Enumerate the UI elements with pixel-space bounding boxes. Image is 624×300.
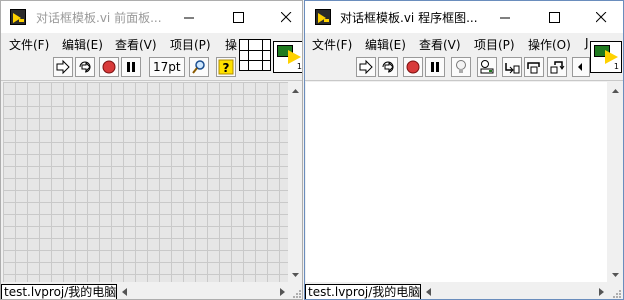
- chevron-left-icon: [578, 63, 582, 71]
- status-context: test.lvproj/我的电脑: [1, 284, 117, 299]
- vi-icon-number: 1: [296, 62, 302, 71]
- toolbar: [305, 53, 623, 81]
- scroll-left-icon[interactable]: [122, 288, 127, 296]
- abort-button[interactable]: [99, 57, 119, 77]
- connector-pane[interactable]: [239, 39, 271, 71]
- run-button[interactable]: [356, 57, 376, 77]
- menu-view[interactable]: 查看(V): [115, 36, 157, 53]
- help-button[interactable]: ?: [216, 57, 236, 77]
- scroll-left-icon[interactable]: [426, 288, 431, 296]
- minimize-button[interactable]: [166, 1, 212, 33]
- scroll-down-icon: [292, 273, 299, 277]
- menu-operate[interactable]: 操作(O): [528, 36, 571, 53]
- labview-app-icon[interactable]: [10, 9, 26, 25]
- pause-icon: [127, 62, 135, 72]
- step-into-icon: [505, 63, 520, 74]
- scroll-down-icon: [612, 273, 619, 277]
- menu-operate[interactable]: 操: [225, 36, 237, 53]
- size-grip-icon[interactable]: [610, 287, 622, 299]
- horizontal-scrollbar[interactable]: [118, 284, 288, 299]
- step-over-icon: [527, 62, 540, 74]
- pause-icon: [431, 62, 439, 72]
- window-title: 对话框模板.vi 前面板...: [36, 11, 162, 25]
- minimize-button[interactable]: [482, 1, 528, 33]
- maximize-button[interactable]: [215, 1, 261, 33]
- run-arrow-icon: [56, 59, 70, 75]
- menu-project[interactable]: 项目(P): [170, 36, 211, 53]
- vi-icon[interactable]: 1: [590, 41, 622, 73]
- menu-file[interactable]: 文件(F): [9, 36, 49, 53]
- size-grip-icon[interactable]: [290, 287, 302, 299]
- scroll-right-icon[interactable]: [280, 288, 285, 296]
- maximize-icon: [549, 12, 560, 23]
- minimize-icon: [184, 17, 194, 19]
- horizontal-scrollbar[interactable]: [422, 284, 608, 299]
- run-arrow-icon: [359, 59, 373, 75]
- vi-icon[interactable]: 1: [273, 41, 302, 73]
- scroll-right-icon[interactable]: [599, 288, 604, 296]
- status-context: test.lvproj/我的电脑: [305, 284, 421, 299]
- svg-text:?: ?: [223, 61, 230, 75]
- menu-tools[interactable]: J: [585, 36, 589, 50]
- abort-icon: [406, 60, 420, 74]
- close-icon: [281, 12, 292, 23]
- run-continuously-button[interactable]: [378, 57, 398, 77]
- search-button[interactable]: [189, 57, 209, 77]
- scroll-up-icon: [292, 89, 299, 93]
- retain-wire-values-icon: [480, 60, 494, 74]
- text-settings-dropdown[interactable]: 17pt: [149, 57, 185, 77]
- run-continuously-icon: [79, 61, 91, 73]
- menu-project[interactable]: 项目(P): [474, 36, 515, 53]
- run-continuously-icon: [382, 61, 394, 73]
- abort-button[interactable]: [403, 57, 423, 77]
- search-icon: [192, 60, 205, 74]
- close-icon: [596, 12, 607, 23]
- step-into-button[interactable]: [502, 57, 522, 77]
- vertical-scrollbar[interactable]: [288, 82, 302, 284]
- step-out-icon: [550, 61, 565, 74]
- run-continuously-button[interactable]: [75, 57, 95, 77]
- text-settings-dropdown[interactable]: [572, 57, 590, 77]
- menu-file[interactable]: 文件(F): [312, 36, 352, 53]
- title-bar[interactable]: 对话框模板.vi 前面板...: [1, 1, 302, 33]
- maximize-icon: [233, 12, 244, 23]
- title-bar[interactable]: 对话框模板.vi 程序框图...: [305, 1, 623, 33]
- menu-bar: 文件(F) 编辑(E) 查看(V) 项目(P) 操作(O) J: [305, 33, 623, 53]
- front-panel-grid[interactable]: [3, 82, 288, 282]
- close-button[interactable]: [578, 1, 623, 33]
- block-diagram-canvas[interactable]: [306, 82, 607, 282]
- step-over-button[interactable]: [524, 57, 544, 77]
- run-button[interactable]: [53, 57, 73, 77]
- maximize-button[interactable]: [531, 1, 577, 33]
- menu-view[interactable]: 查看(V): [419, 36, 461, 53]
- highlight-execution-button[interactable]: [451, 57, 471, 77]
- labview-app-icon[interactable]: [315, 9, 331, 25]
- menu-edit[interactable]: 编辑(E): [62, 36, 103, 53]
- window-title: 对话框模板.vi 程序框图...: [340, 11, 478, 25]
- vertical-scrollbar[interactable]: [608, 82, 623, 284]
- front-panel-window: 对话框模板.vi 前面板... 文件(F) 编辑(E) 查看(V) 项目(P) …: [0, 0, 303, 300]
- highlight-execution-icon: [456, 60, 466, 73]
- step-out-button[interactable]: [547, 57, 567, 77]
- scroll-up-icon: [612, 89, 619, 93]
- block-diagram-window: 对话框模板.vi 程序框图... 文件(F) 编辑(E) 查看(V) 项目(P)…: [304, 0, 624, 300]
- minimize-icon: [500, 17, 510, 19]
- retain-wire-values-button[interactable]: [477, 57, 497, 77]
- pause-button[interactable]: [121, 57, 141, 77]
- menu-edit[interactable]: 编辑(E): [365, 36, 406, 53]
- help-icon: ?: [218, 59, 234, 75]
- pause-button[interactable]: [425, 57, 445, 77]
- abort-icon: [102, 60, 116, 74]
- vi-icon-number: 1: [613, 62, 619, 71]
- close-button[interactable]: [263, 1, 302, 33]
